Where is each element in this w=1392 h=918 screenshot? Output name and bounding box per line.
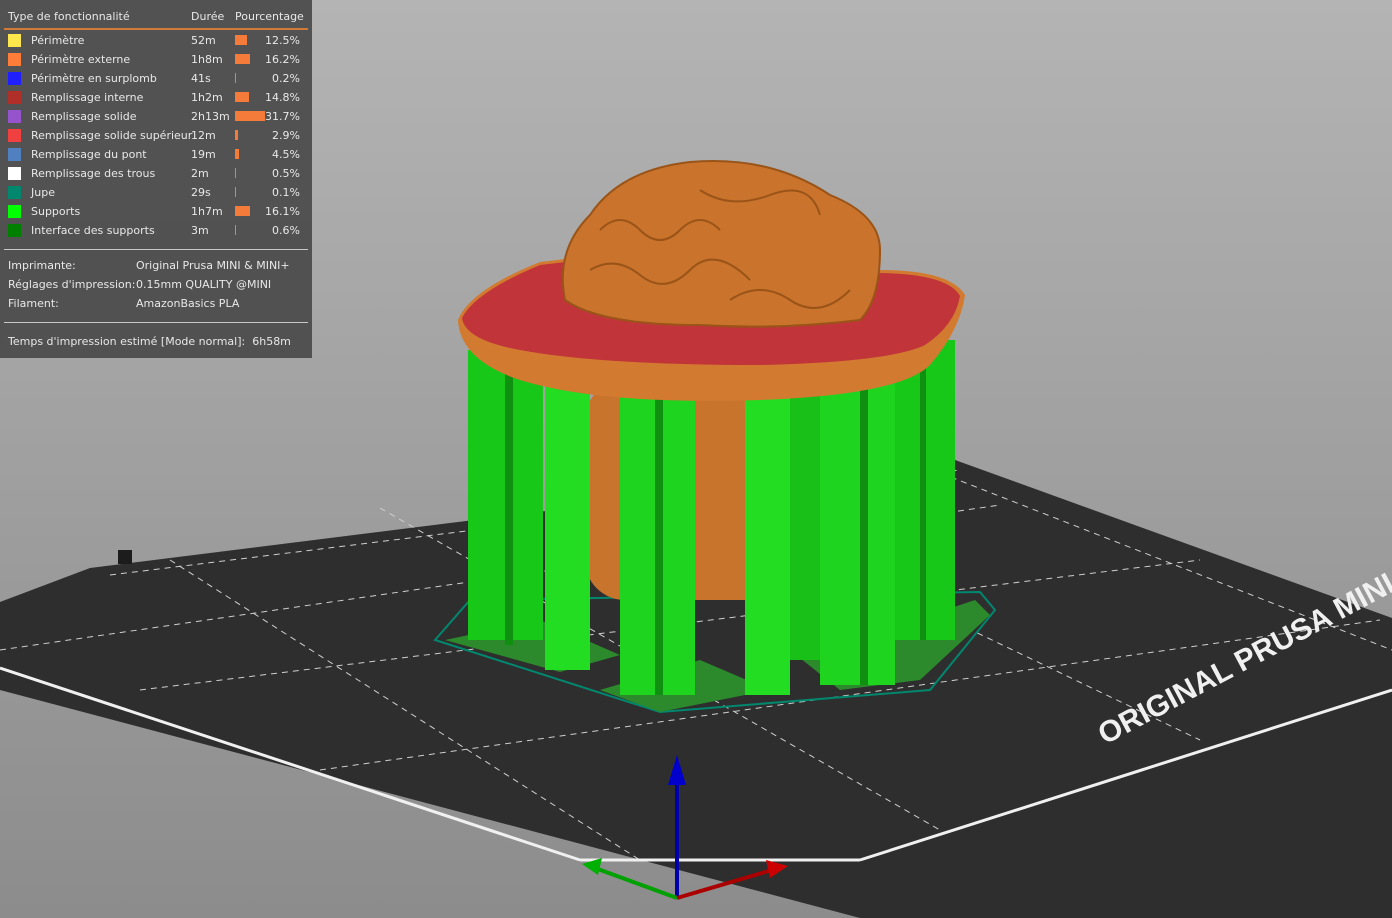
- feature-duration: 29s: [191, 186, 211, 199]
- printer-info: Imprimante: Original Prusa MINI & MINI+: [8, 259, 290, 272]
- feature-percent: 14.8%: [265, 91, 300, 104]
- percent-bar: [235, 35, 247, 45]
- legend-row: Périmètre 52m 12.5%: [8, 31, 304, 50]
- color-swatch: [8, 167, 21, 180]
- bed-knob: [118, 550, 132, 564]
- color-swatch: [8, 91, 21, 104]
- percent-bar: [235, 111, 265, 121]
- feature-duration: 2m: [191, 167, 209, 180]
- feature-name: Interface des supports: [31, 224, 155, 237]
- feature-name: Périmètre externe: [31, 53, 131, 66]
- settings-label: Réglages d'impression:: [8, 278, 136, 291]
- color-swatch: [8, 148, 21, 161]
- percent-bar: [235, 149, 240, 159]
- feature-duration: 1h8m: [191, 53, 223, 66]
- feature-duration: 12m: [191, 129, 216, 142]
- legend-row: Périmètre externe 1h8m 16.2%: [8, 50, 304, 69]
- legend-row: Remplissage du pont 19m 4.5%: [8, 145, 304, 164]
- color-swatch: [8, 34, 21, 47]
- feature-duration: 2h13m: [191, 110, 230, 123]
- percent-bar: [235, 168, 236, 178]
- filament-label: Filament:: [8, 297, 59, 310]
- percent-bar: [235, 187, 236, 197]
- percent-bar: [235, 54, 251, 64]
- feature-duration: 1h2m: [191, 91, 223, 104]
- print-time-label: Temps d'impression estimé [Mode normal]:: [8, 335, 246, 348]
- feature-name: Jupe: [31, 186, 55, 199]
- feature-name: Supports: [31, 205, 81, 218]
- percent-bar: [235, 130, 238, 140]
- model-brain: [561, 159, 882, 328]
- feature-duration: 41s: [191, 72, 211, 85]
- color-swatch: [8, 53, 21, 66]
- legend-row: Jupe 29s 0.1%: [8, 183, 304, 202]
- color-swatch: [8, 72, 21, 85]
- feature-duration: 1h7m: [191, 205, 223, 218]
- percent-bar: [235, 206, 251, 216]
- divider: [4, 249, 308, 250]
- divider: [4, 322, 308, 323]
- feature-percent: 0.5%: [272, 167, 300, 180]
- legend-row: Périmètre en surplomb 41s 0.2%: [8, 69, 304, 88]
- feature-percent: 0.2%: [272, 72, 300, 85]
- legend-row: Remplissage solide 2h13m 31.7%: [8, 107, 304, 126]
- percent-bar: [235, 92, 249, 102]
- printer-label: Imprimante:: [8, 259, 76, 272]
- feature-name: Périmètre: [31, 34, 85, 47]
- percent-bar: [235, 73, 236, 83]
- feature-percent: 31.7%: [265, 110, 300, 123]
- print-time-info: Temps d'impression estimé [Mode normal]:…: [8, 335, 291, 348]
- color-swatch: [8, 205, 21, 218]
- legend-row: Remplissage solide supérieur 12m 2.9%: [8, 126, 304, 145]
- legend-row: Remplissage interne 1h2m 14.8%: [8, 88, 304, 107]
- feature-name: Remplissage des trous: [31, 167, 156, 180]
- feature-name: Remplissage solide supérieur: [31, 129, 193, 142]
- percent-bar: [235, 225, 236, 235]
- printer-value: Original Prusa MINI & MINI+: [136, 259, 290, 272]
- feature-duration: 52m: [191, 34, 216, 47]
- feature-name: Remplissage interne: [31, 91, 144, 104]
- feature-percent: 0.1%: [272, 186, 300, 199]
- settings-value: 0.15mm QUALITY @MINI: [136, 278, 272, 291]
- header-type: Type de fonctionnalité: [8, 10, 130, 23]
- color-swatch: [8, 224, 21, 237]
- feature-legend-panel: Type de fonctionnalité Durée Pourcentage…: [0, 0, 312, 358]
- color-swatch: [8, 186, 21, 199]
- settings-info: Réglages d'impression: 0.15mm QUALITY @MI…: [8, 278, 271, 291]
- feature-name: Remplissage du pont: [31, 148, 147, 161]
- header-percent: Pourcentage: [235, 10, 304, 23]
- feature-duration: 19m: [191, 148, 216, 161]
- filament-value: AmazonBasics PLA: [136, 297, 240, 310]
- header-divider: [4, 28, 308, 30]
- color-swatch: [8, 110, 21, 123]
- feature-percent: 12.5%: [265, 34, 300, 47]
- feature-duration: 3m: [191, 224, 209, 237]
- print-time-value: 6h58m: [252, 335, 291, 348]
- legend-row: Remplissage des trous 2m 0.5%: [8, 164, 304, 183]
- feature-percent: 2.9%: [272, 129, 300, 142]
- filament-info: Filament: AmazonBasics PLA: [8, 297, 239, 310]
- legend-row: Supports 1h7m 16.1%: [8, 202, 304, 221]
- feature-name: Remplissage solide: [31, 110, 137, 123]
- feature-percent: 16.1%: [265, 205, 300, 218]
- feature-percent: 16.2%: [265, 53, 300, 66]
- color-swatch: [8, 129, 21, 142]
- legend-row: Interface des supports 3m 0.6%: [8, 221, 304, 240]
- feature-percent: 0.6%: [272, 224, 300, 237]
- feature-percent: 4.5%: [272, 148, 300, 161]
- header-duration: Durée: [191, 10, 225, 23]
- feature-name: Périmètre en surplomb: [31, 72, 157, 85]
